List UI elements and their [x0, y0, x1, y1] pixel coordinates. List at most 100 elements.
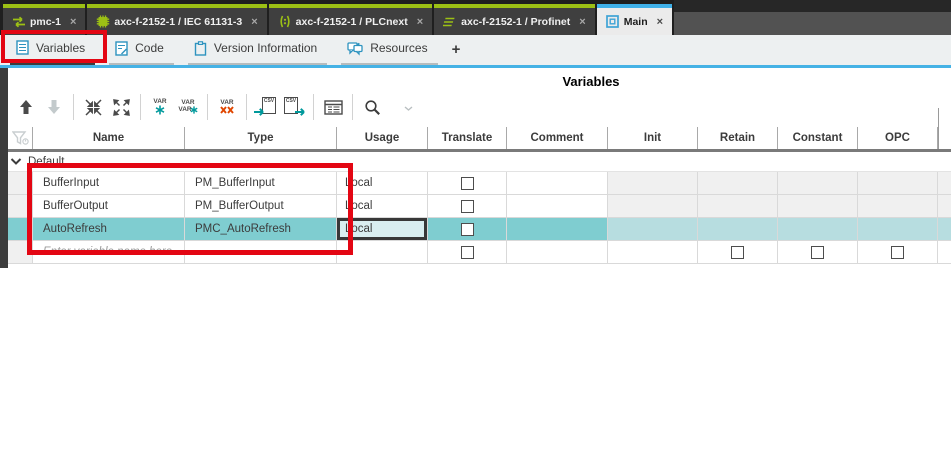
- translate-checkbox[interactable]: [461, 200, 474, 213]
- cell-overflow: [938, 241, 951, 263]
- cell-constant[interactable]: [778, 241, 858, 263]
- collapse-chevron-icon[interactable]: [10, 158, 22, 165]
- left-panel-splitter[interactable]: [0, 68, 8, 268]
- cell-name[interactable]: BufferOutput: [33, 195, 185, 217]
- row-gutter[interactable]: [8, 195, 33, 217]
- move-down-button[interactable]: [41, 94, 67, 120]
- tab-code[interactable]: Code: [109, 35, 174, 65]
- tab-label: Resources: [370, 41, 427, 55]
- cell-type[interactable]: [185, 241, 337, 263]
- column-header-type[interactable]: Type: [185, 127, 337, 149]
- cell-opc[interactable]: [858, 241, 938, 263]
- variables-table: Name Type Usage Translate Comment Init R…: [8, 127, 951, 264]
- cell-init: [608, 218, 698, 240]
- opc-checkbox[interactable]: [891, 246, 904, 259]
- cell-comment[interactable]: [507, 172, 608, 194]
- duplicate-variable-button[interactable]: VAR VAR: [175, 94, 201, 120]
- column-header-name[interactable]: Name: [33, 127, 185, 149]
- variables-table-icon: [16, 40, 29, 55]
- table-row[interactable]: BufferInput PM_BufferInput Local: [8, 172, 951, 195]
- new-variable-name-input[interactable]: Enter variable name here: [33, 241, 185, 263]
- close-icon[interactable]: ×: [70, 16, 76, 28]
- table-row-selected[interactable]: AutoRefresh PMC_AutoRefresh Local: [8, 218, 951, 241]
- close-icon[interactable]: ×: [657, 16, 663, 28]
- tab-label: Code: [135, 41, 164, 55]
- tab-variables[interactable]: Variables: [10, 35, 95, 65]
- column-header-opc[interactable]: OPC: [858, 127, 938, 149]
- active-document-accent-line: [0, 65, 951, 68]
- tab-plcnext[interactable]: axc-f-2152-1 / PLCnext ×: [269, 4, 432, 35]
- tab-label: pmc-1: [30, 16, 61, 28]
- tab-label: axc-f-2152-1 / Profinet: [461, 16, 570, 28]
- cell-translate[interactable]: [428, 241, 507, 263]
- cell-usage[interactable]: Local: [337, 172, 428, 194]
- row-gutter[interactable]: [8, 218, 33, 240]
- tab-pmc-1[interactable]: pmc-1 ×: [3, 4, 85, 35]
- tab-label: axc-f-2152-1 / PLCnext: [296, 16, 408, 28]
- cell-translate[interactable]: [428, 172, 507, 194]
- group-label: Default: [28, 156, 64, 168]
- close-icon[interactable]: ×: [579, 16, 585, 28]
- translate-checkbox[interactable]: [461, 223, 474, 236]
- filter-header-cell[interactable]: [8, 127, 33, 149]
- column-header-constant[interactable]: Constant: [778, 127, 858, 149]
- tab-iec-61131-3[interactable]: axc-f-2152-1 / IEC 61131-3 ×: [87, 4, 266, 35]
- page-title: Variables: [431, 74, 751, 89]
- cell-type[interactable]: PMC_AutoRefresh: [185, 218, 337, 240]
- properties-view-button[interactable]: [320, 94, 346, 120]
- cell-usage[interactable]: [337, 241, 428, 263]
- cell-translate[interactable]: [428, 218, 507, 240]
- window-tab-bar: pmc-1 × axc-f-2152-1 / IEC 61131-3 × axc…: [0, 0, 951, 35]
- cell-retain: [698, 218, 778, 240]
- new-variable-row[interactable]: Enter variable name here: [8, 241, 951, 264]
- cell-comment[interactable]: [507, 218, 608, 240]
- cell-name[interactable]: AutoRefresh: [33, 218, 185, 240]
- table-row[interactable]: BufferOutput PM_BufferOutput Local: [8, 195, 951, 218]
- tab-main[interactable]: Main ×: [597, 4, 672, 35]
- close-icon[interactable]: ×: [251, 16, 257, 28]
- csv-export-icon: CSV: [282, 97, 306, 117]
- cell-type[interactable]: PM_BufferOutput: [185, 195, 337, 217]
- search-button[interactable]: [359, 94, 385, 120]
- collapse-all-button[interactable]: [80, 94, 106, 120]
- tab-bar-empty-area: [674, 0, 951, 35]
- constant-checkbox[interactable]: [811, 246, 824, 259]
- export-csv-button[interactable]: CSV: [281, 94, 307, 120]
- tab-resources[interactable]: Resources: [341, 35, 437, 65]
- column-header-init[interactable]: Init: [608, 127, 698, 149]
- cell-name[interactable]: BufferInput: [33, 172, 185, 194]
- group-row-default[interactable]: Default: [8, 152, 951, 172]
- cell-retain: [698, 195, 778, 217]
- cell-comment[interactable]: [507, 195, 608, 217]
- translate-checkbox[interactable]: [461, 177, 474, 190]
- cell-retain: [698, 172, 778, 194]
- row-gutter[interactable]: [8, 172, 33, 194]
- row-gutter[interactable]: [8, 241, 33, 263]
- column-header-retain[interactable]: Retain: [698, 127, 778, 149]
- retain-checkbox[interactable]: [731, 246, 744, 259]
- delete-variable-button[interactable]: VAR: [214, 94, 240, 120]
- expand-all-button[interactable]: [108, 94, 134, 120]
- import-csv-button[interactable]: CSV: [253, 94, 279, 120]
- cell-usage-focused[interactable]: Local: [337, 218, 428, 240]
- move-up-button[interactable]: [13, 94, 39, 120]
- cell-translate[interactable]: [428, 195, 507, 217]
- translate-checkbox[interactable]: [461, 246, 474, 259]
- column-header-translate[interactable]: Translate: [428, 127, 507, 149]
- tab-version-information[interactable]: Version Information: [188, 35, 327, 65]
- cell-type[interactable]: PM_BufferInput: [185, 172, 337, 194]
- add-tab-button[interactable]: +: [452, 35, 469, 65]
- table-right-border: [938, 108, 939, 127]
- plcnext-brackets-icon: [278, 15, 292, 28]
- column-header-usage[interactable]: Usage: [337, 127, 428, 149]
- tab-profinet[interactable]: axc-f-2152-1 / Profinet ×: [434, 4, 595, 35]
- cell-usage[interactable]: Local: [337, 195, 428, 217]
- toolbar-separator: [246, 94, 247, 120]
- column-header-comment[interactable]: Comment: [507, 127, 608, 149]
- cell-init[interactable]: [608, 241, 698, 263]
- close-icon[interactable]: ×: [417, 16, 423, 28]
- cell-comment[interactable]: [507, 241, 608, 263]
- cell-retain[interactable]: [698, 241, 778, 263]
- toolbar-overflow-button[interactable]: [404, 98, 413, 116]
- add-variable-button[interactable]: VAR: [147, 94, 173, 120]
